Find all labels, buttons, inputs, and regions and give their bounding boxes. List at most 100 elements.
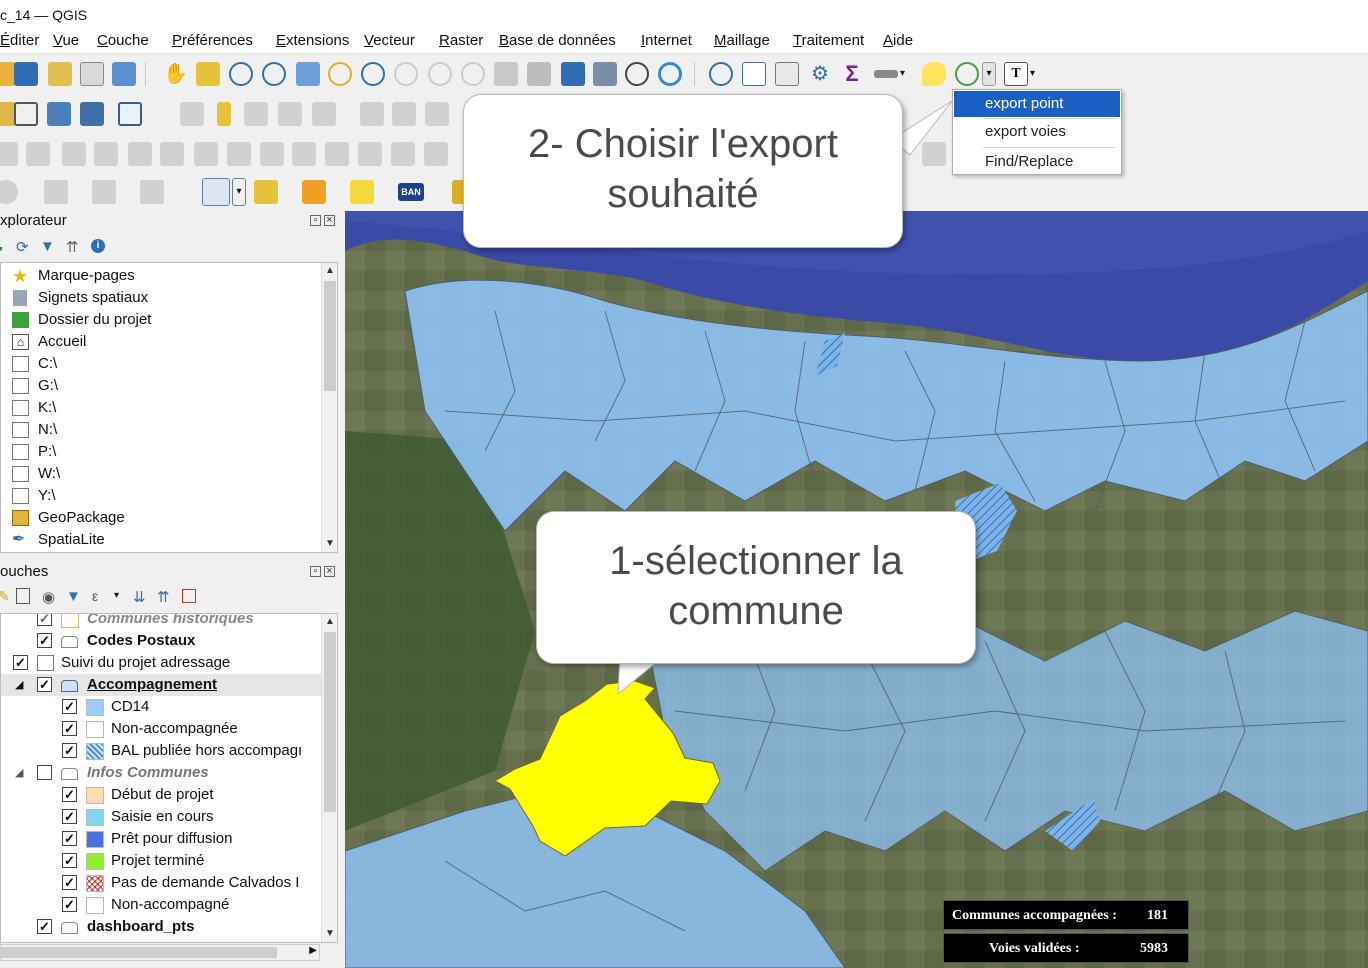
save-project-icon[interactable] xyxy=(14,62,38,86)
layer-checkbox[interactable] xyxy=(37,765,52,780)
filter-dropdown-icon[interactable]: ▾ xyxy=(114,590,119,601)
zoom-native-icon[interactable] xyxy=(394,62,418,86)
pan-to-selection-icon[interactable] xyxy=(196,62,220,86)
scroll-up-icon[interactable]: ▲ xyxy=(322,614,337,630)
save-edits-icon[interactable] xyxy=(244,102,268,126)
menu-base-de-donnees[interactable]: Base de données xyxy=(499,32,616,49)
zoom-out-icon[interactable] xyxy=(262,62,286,86)
legend-checkbox[interactable]: ✓ xyxy=(62,809,77,824)
ban-plugin-icon[interactable]: BAN xyxy=(398,183,424,201)
remove-layer-icon[interactable] xyxy=(182,589,196,603)
deselect-icon[interactable] xyxy=(302,180,326,204)
manage-themes-icon[interactable]: ◉ xyxy=(42,588,55,606)
scroll-down-icon[interactable]: ▼ xyxy=(322,536,337,552)
field-calculator-icon[interactable] xyxy=(775,62,799,86)
layer-checkbox[interactable]: ✓ xyxy=(37,614,52,626)
legend-checkbox[interactable]: ✓ xyxy=(62,831,77,846)
select-feature-icon[interactable] xyxy=(0,180,18,204)
zoom-in-icon[interactable] xyxy=(229,62,253,86)
menu-couche[interactable]: Couche xyxy=(97,32,149,49)
legend-checkbox[interactable]: ✓ xyxy=(62,721,77,736)
style-manager-icon[interactable] xyxy=(112,62,136,86)
legend-checkbox[interactable]: ✓ xyxy=(62,743,77,758)
add-selected-icon[interactable]: ▪ xyxy=(0,240,3,256)
digitizing-tool-10-icon[interactable] xyxy=(292,142,316,166)
text-annotation-icon[interactable]: T xyxy=(1004,62,1028,86)
digitizing-tool-12-icon[interactable] xyxy=(358,142,382,166)
digitizing-tool-3-icon[interactable] xyxy=(62,142,86,166)
layer-checkbox[interactable]: ✓ xyxy=(13,655,28,670)
digitizing-tool-7-icon[interactable] xyxy=(194,142,218,166)
filter-browser-icon[interactable]: ▼ xyxy=(40,238,55,255)
digitizing-tool-13-icon[interactable] xyxy=(391,142,415,166)
explorer-scroll-thumb[interactable] xyxy=(324,281,336,391)
layer-checkbox[interactable]: ✓ xyxy=(37,633,52,648)
new-bookmark-icon[interactable] xyxy=(561,62,585,86)
pencil-icon[interactable] xyxy=(217,102,231,126)
add-group-icon[interactable] xyxy=(16,588,30,604)
statistics-sigma-icon[interactable]: Σ xyxy=(840,62,864,86)
digitizing-tool-8-icon[interactable] xyxy=(227,142,251,166)
select-all-icon[interactable] xyxy=(254,180,278,204)
layer-accompagnement[interactable]: ◢ ✓ Accompagnement xyxy=(1,674,321,696)
select-by-location-icon[interactable] xyxy=(350,180,374,204)
digitizing-tool-1-icon[interactable] xyxy=(0,142,18,166)
scroll-down-icon[interactable]: ▼ xyxy=(322,926,337,942)
explorer-scrollbar[interactable]: ▲ ▼ xyxy=(321,263,337,552)
menu-vue[interactable]: Vue xyxy=(53,32,79,49)
annotation-dropdown-icon[interactable]: ▾ xyxy=(1030,62,1042,86)
menu-item-export-point[interactable]: export point xyxy=(954,91,1120,117)
new-map-view-icon[interactable] xyxy=(494,62,518,86)
legend-checkbox[interactable]: ✓ xyxy=(62,875,77,890)
menu-internet[interactable]: Internet xyxy=(641,32,692,49)
zoom-last-icon[interactable] xyxy=(428,62,452,86)
digitizing-tool-4-icon[interactable] xyxy=(94,142,118,166)
add-feature-icon[interactable] xyxy=(278,102,302,126)
digitizing-tool-9-icon[interactable] xyxy=(260,142,284,166)
menu-traitement[interactable]: Traitement xyxy=(793,32,864,49)
legend-checkbox[interactable]: ✓ xyxy=(62,699,77,714)
collapse-arrow-icon[interactable]: ◢ xyxy=(15,674,23,696)
digitizing-tool-2-icon[interactable] xyxy=(26,142,50,166)
refresh-icon[interactable] xyxy=(658,62,682,86)
export-plugin-icon[interactable] xyxy=(955,62,979,86)
zoom-layer-icon[interactable] xyxy=(361,62,385,86)
collapse-all-layers-icon[interactable]: ⇈ xyxy=(157,588,170,606)
cut-features-icon[interactable] xyxy=(425,102,449,126)
vertex-tool-icon[interactable] xyxy=(14,102,38,126)
print-layout-icon[interactable] xyxy=(80,62,104,86)
filter-legend-icon[interactable]: ▼ xyxy=(66,588,81,605)
export-plugin-dropdown-icon[interactable]: ▾ xyxy=(982,62,996,86)
modify-attributes-icon[interactable] xyxy=(360,102,384,126)
pan-hand-icon[interactable]: ✋ xyxy=(163,62,188,86)
layers-scroll-thumb[interactable] xyxy=(324,632,336,812)
menu-editer[interactable]: Éditer xyxy=(0,32,39,49)
node-tool-icon[interactable] xyxy=(118,102,142,126)
menu-item-export-voies[interactable]: export voies xyxy=(954,119,1120,145)
scroll-right-icon[interactable]: ▶ xyxy=(309,945,317,956)
temporal-controller-icon[interactable] xyxy=(625,62,649,86)
filter-expression-icon[interactable]: ε xyxy=(92,588,98,604)
legend-checkbox[interactable]: ✓ xyxy=(62,897,77,912)
menu-vecteur[interactable]: Vecteur xyxy=(364,32,415,49)
layer-checkbox[interactable]: ✓ xyxy=(37,919,52,934)
layers-close-button[interactable]: × xyxy=(324,566,335,577)
zoom-next-icon[interactable] xyxy=(461,62,485,86)
layers-scrollbar-horizontal[interactable]: ▶ xyxy=(0,944,320,961)
delete-selected-icon[interactable] xyxy=(392,102,416,126)
menu-aide[interactable]: Aide xyxy=(883,32,913,49)
select-polygon-icon[interactable] xyxy=(44,180,68,204)
legend-checkbox[interactable]: ✓ xyxy=(62,787,77,802)
zoom-full-icon[interactable] xyxy=(296,62,320,86)
digitize-icon[interactable] xyxy=(47,102,71,126)
measure-icon[interactable] xyxy=(874,70,898,78)
scroll-up-icon[interactable]: ▲ xyxy=(322,263,337,279)
legend-checkbox[interactable]: ✓ xyxy=(62,853,77,868)
zoom-selection-icon[interactable] xyxy=(328,62,352,86)
select-by-rectangle-icon[interactable] xyxy=(202,178,230,206)
digitizing-tool-5-icon[interactable] xyxy=(128,142,152,166)
identify-icon[interactable] xyxy=(709,62,733,86)
properties-info-icon[interactable]: i xyxy=(91,239,105,253)
refresh-browser-icon[interactable]: ⟳ xyxy=(16,238,29,256)
layer-checkbox[interactable]: ✓ xyxy=(37,677,52,692)
